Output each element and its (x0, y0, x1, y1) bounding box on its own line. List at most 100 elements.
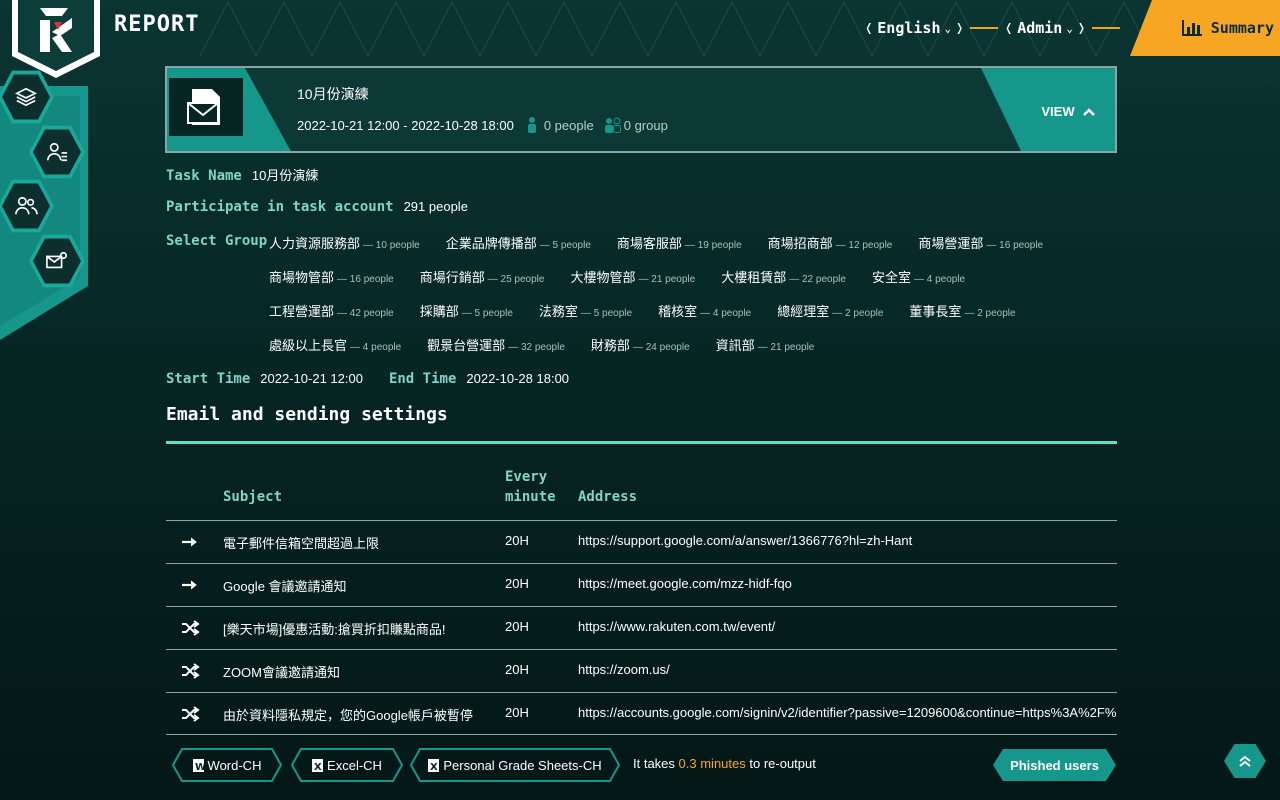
task-name-value: 10月份演練 (251, 168, 319, 183)
group-item: 商場營運部 — 16 people (918, 236, 1044, 251)
reoutput-suffix: to re-output (749, 756, 816, 771)
app-title: REPORT (114, 12, 200, 37)
table-row[interactable]: 電子郵件信箱空間超過上限 20H https://support.google.… (166, 520, 1117, 563)
group-item: 總經理室 — 2 people (777, 304, 884, 319)
row-subject: [樂天市場]優惠活動:搶買折扣賺點商品! (223, 622, 446, 637)
task-meta: 2022-10-21 12:00 - 2022-10-28 18:00 0 pe… (297, 117, 668, 133)
task-title: 10月份演練 (297, 86, 369, 102)
group-item: 處級以上長官 — 4 people (269, 338, 402, 353)
row-every: 20H (505, 705, 529, 720)
time-row: Start Time 2022-10-21 12:00 End Time 202… (166, 371, 569, 387)
user-list-icon (47, 142, 68, 162)
section-divider (166, 441, 1117, 444)
scroll-to-top-button[interactable] (1224, 744, 1266, 778)
group-item: 商場招商部 — 12 people (767, 236, 893, 251)
group-item: 採購部 — 5 people (419, 304, 513, 319)
summary-tab[interactable]: Summary (1130, 0, 1280, 56)
row-address[interactable]: https://support.google.com/a/answer/1366… (578, 533, 1117, 548)
row-subject: ZOOM會議邀請通知 (223, 665, 340, 680)
layers-icon (15, 87, 37, 107)
task-groups: 0 group (623, 117, 668, 133)
email-section-title: Email and sending settings (166, 404, 448, 425)
excel-file-icon: X (312, 758, 324, 772)
nav-divider (1092, 27, 1120, 29)
word-export-button[interactable]: W Word-CH (172, 748, 282, 782)
reoutput-duration: 0.3 minutes (678, 756, 746, 771)
grade-sheets-export-label: Personal Grade Sheets-CH (443, 757, 602, 773)
group-item: 商場客服部 — 19 people (616, 236, 742, 251)
shuffle-icon (182, 620, 200, 636)
end-time-label: End Time (388, 371, 457, 387)
start-time-value: 2022-10-21 12:00 (260, 371, 363, 386)
view-label: VIEW (1041, 104, 1075, 119)
row-address[interactable]: https://www.rakuten.com.tw/event/ (578, 619, 1117, 634)
row-address[interactable]: https://zoom.us/ (578, 662, 1117, 677)
mail-document-icon (187, 89, 220, 125)
row-every: 20H (505, 662, 529, 677)
arrow-right-icon (182, 537, 197, 547)
task-card: 10月份演練 2022-10-21 12:00 - 2022-10-28 18:… (165, 66, 1117, 153)
grade-sheets-export-button[interactable]: X Personal Grade Sheets-CH (410, 748, 620, 782)
excel-export-label: Excel-CH (327, 757, 382, 773)
users-icon (15, 196, 38, 215)
group-item: 人力資源服務部 — 10 people (269, 236, 420, 251)
column-header-subject: Subject (223, 489, 283, 505)
participate-row: Participate in task account 291 people (166, 199, 468, 215)
group-item: 商場行銷部 — 25 people (419, 270, 545, 285)
shuffle-icon (182, 706, 200, 722)
group-row: 人力資源服務部 — 10 people 企業品牌傳播部 — 5 people 商場客… (269, 233, 1119, 267)
language-selector[interactable]: ❬ English ⌄ ❭ (864, 19, 964, 37)
excel-export-button[interactable]: X Excel-CH (291, 748, 403, 782)
task-mail-icon-box (169, 78, 243, 136)
group-item: 財務部 — 24 people (590, 338, 690, 353)
start-time-label: Start Time (166, 371, 251, 387)
group-item: 董事長室 — 2 people (909, 304, 1016, 319)
word-export-label: Word-CH (207, 757, 262, 773)
chevron-down-icon: ⌄ (944, 21, 952, 35)
nav-divider (970, 27, 999, 29)
group-icon (604, 117, 621, 133)
end-time-value: 2022-10-28 18:00 (466, 371, 570, 386)
user-menu[interactable]: ❬ Admin ⌄ ❭ (1004, 19, 1086, 37)
excel-file-icon: X (428, 758, 440, 772)
task-period: 2022-10-21 12:00 - 2022-10-28 18:00 (297, 117, 514, 133)
group-item: 工程營運部 — 42 people (269, 304, 394, 319)
table-row[interactable]: ZOOM會議邀請通知 20H https://zoom.us/ (166, 649, 1117, 692)
reoutput-status: It takes 0.3 minutes to re-output (633, 756, 816, 771)
reoutput-prefix: It takes (633, 756, 675, 771)
shuffle-icon (182, 663, 200, 679)
group-item: 法務室 — 5 people (538, 304, 633, 319)
bracket-left-icon: ❬ (864, 19, 874, 37)
language-label: English (877, 19, 941, 37)
select-group-label: Select Group (166, 233, 268, 249)
group-item: 資訊部 — 21 people (715, 338, 815, 353)
top-bar: REPORT ❬ English ⌄ ❭ ❬ Admin ⌄ ❭ Summary (0, 0, 1280, 78)
participate-value: 291 people (403, 199, 468, 214)
word-file-icon: W (192, 758, 204, 772)
group-item: 觀景台營運部 — 32 people (427, 338, 565, 353)
user-label: Admin (1017, 19, 1063, 37)
chevron-up-icon (1082, 107, 1095, 116)
participate-label: Participate in task account (166, 199, 394, 215)
svg-text:X: X (314, 762, 322, 772)
group-item: 大樓物管部 — 21 people (570, 270, 696, 285)
column-header-every-line2: minute (505, 489, 556, 505)
footer-actions: W Word-CH X Excel-CH X Personal Grade Sh… (170, 748, 1120, 782)
table-row[interactable]: [樂天市場]優惠活動:搶買折扣賺點商品! 20H https://www.rak… (166, 606, 1117, 649)
arrow-right-icon (182, 580, 197, 590)
phished-users-button[interactable]: Phished users (993, 749, 1116, 781)
group-item: 稽核室 — 4 people (658, 304, 752, 319)
row-address[interactable]: https://meet.google.com/mzz-hidf-fqo (578, 576, 1117, 591)
summary-label: Summary (1210, 19, 1274, 37)
group-row: 處級以上長官 — 4 people 觀景台營運部 — 32 people 財務部 — … (269, 335, 1119, 369)
row-address[interactable]: https://accounts.google.com/signin/v2/id… (578, 705, 1117, 720)
row-subject: 電子郵件信箱空間超過上限 (223, 536, 380, 551)
view-button[interactable]: VIEW (981, 68, 1115, 151)
svg-text:X: X (430, 762, 438, 772)
double-chevron-up-icon (1239, 755, 1251, 767)
table-row[interactable]: 由於資料隱私規定，您的Google帳戶被暫停 20H https://accou… (166, 692, 1117, 735)
row-every: 20H (505, 576, 529, 591)
column-header-every-line1: Every (505, 469, 548, 485)
task-people: 0 people (543, 117, 594, 133)
table-row[interactable]: Google 會議邀請通知 20H https://meet.google.co… (166, 563, 1117, 606)
